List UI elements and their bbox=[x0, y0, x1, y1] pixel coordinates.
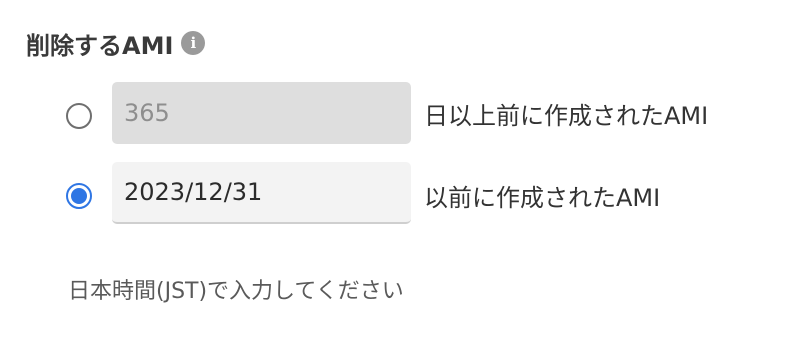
radio-days-ago[interactable] bbox=[66, 103, 92, 129]
ami-deletion-form: 削除するAMI i 365 日以上前に作成されたAMI 2023/12/31 以… bbox=[0, 0, 786, 338]
date-input-value: 2023/12/31 bbox=[124, 178, 263, 206]
radio-before-date[interactable] bbox=[66, 183, 92, 209]
section-header: 削除するAMI i bbox=[26, 26, 206, 60]
option-days-ago: 365 日以上前に作成されたAMI bbox=[0, 82, 786, 144]
timezone-hint: 日本時間(JST)で入力してください bbox=[68, 279, 404, 304]
option-before-date: 2023/12/31 以前に作成されたAMI bbox=[0, 162, 786, 224]
days-input-placeholder: 365 bbox=[124, 99, 170, 127]
days-input[interactable]: 365 bbox=[112, 82, 411, 144]
info-circle-icon[interactable]: i bbox=[181, 31, 206, 55]
info-glyph: i bbox=[190, 33, 197, 52]
radio-dot-selected bbox=[71, 188, 87, 204]
section-title: 削除するAMI bbox=[26, 31, 174, 60]
date-input[interactable]: 2023/12/31 bbox=[112, 162, 411, 224]
days-ago-label: 日以上前に作成されたAMI bbox=[424, 101, 709, 130]
before-date-label: 以前に作成されたAMI bbox=[424, 183, 661, 212]
